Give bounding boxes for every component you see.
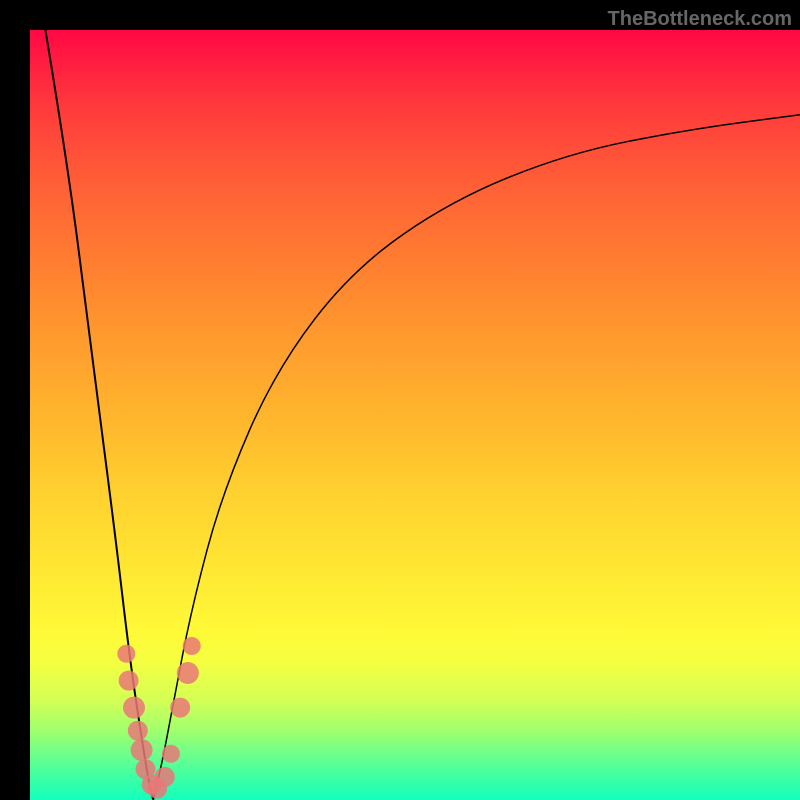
data-point (131, 739, 153, 761)
data-point (123, 697, 145, 719)
data-point (170, 698, 190, 718)
right-curve-line (153, 115, 800, 800)
data-point (117, 645, 135, 663)
data-point (128, 721, 148, 741)
watermark-text: TheBottleneck.com (608, 8, 792, 31)
chart-area (30, 30, 800, 800)
data-point (183, 637, 201, 655)
data-point (119, 671, 139, 691)
data-point (162, 745, 180, 763)
data-point (177, 662, 199, 684)
chart-svg (30, 30, 800, 800)
data-point (155, 767, 175, 787)
data-points (117, 637, 200, 799)
